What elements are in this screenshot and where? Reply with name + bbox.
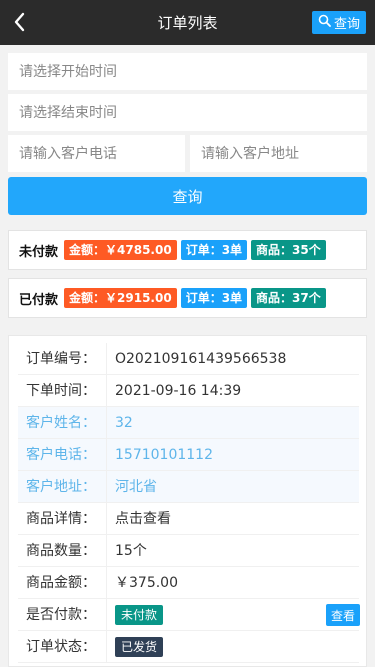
- chevron-left-icon[interactable]: [8, 9, 32, 35]
- row-divider: [106, 535, 107, 566]
- order-card[interactable]: 订单编号： O202109161439566538 下单时间： 2021-09-…: [8, 335, 367, 667]
- order-status-badge: 已发货: [115, 637, 164, 657]
- row-divider: [106, 503, 107, 534]
- customer-address-input[interactable]: [190, 135, 367, 172]
- customer-name-label: 客户姓名：: [26, 415, 96, 431]
- customer-address-label: 客户地址：: [26, 479, 96, 495]
- order-time-row: 下单时间： 2021-09-16 14:39: [18, 375, 359, 407]
- customer-phone-row: 客户电话： 15710101112: [18, 439, 359, 471]
- unpaid-amount-tag: 金额：￥4785.00: [64, 240, 177, 260]
- goods-amount-value: ￥375.00: [115, 575, 178, 591]
- row-divider: [106, 471, 107, 502]
- order-status-row: 订单状态： 已发货: [18, 631, 359, 663]
- order-status-label: 订单状态：: [26, 639, 96, 655]
- row-divider: [106, 599, 107, 630]
- goods-detail-row: 商品详情： 点击查看: [18, 503, 359, 535]
- customer-address-value: 河北省: [115, 479, 157, 495]
- row-divider: [106, 567, 107, 598]
- goods-detail-link[interactable]: 点击查看: [115, 510, 171, 528]
- customer-name-row: 客户姓名： 32: [18, 407, 359, 439]
- paid-status-row: 是否付款： 未付款 查看: [18, 599, 360, 631]
- paid-status-label: 是否付款：: [26, 607, 96, 623]
- goods-amount-row: 商品金额： ￥375.00: [18, 567, 359, 599]
- row-divider: [106, 439, 107, 470]
- goods-qty-label: 商品数量：: [26, 543, 96, 559]
- customer-phone-label: 客户电话：: [26, 447, 96, 463]
- top-nav-bar: 订单列表 查询: [0, 0, 375, 45]
- search-icon: [318, 14, 331, 31]
- order-time-value: 2021-09-16 14:39: [115, 383, 242, 399]
- header-query-label: 查询: [333, 17, 360, 32]
- end-time-input[interactable]: [8, 94, 367, 131]
- order-time-label: 下单时间：: [26, 383, 96, 399]
- customer-address-row: 客户地址： 河北省: [18, 471, 359, 503]
- row-divider: [106, 343, 107, 374]
- customer-name-value: 32: [115, 415, 133, 431]
- row-divider: [106, 375, 107, 406]
- row-divider: [106, 407, 107, 438]
- header-query-button[interactable]: 查询: [312, 11, 366, 34]
- unpaid-goods-tag: 商品：35个: [251, 240, 326, 260]
- goods-amount-label: 商品金额：: [26, 575, 96, 591]
- order-no-value: O202109161439566538: [115, 351, 287, 367]
- start-time-input[interactable]: [8, 53, 367, 90]
- goods-qty-row: 商品数量： 15个: [18, 535, 359, 567]
- paid-amount-tag: 金额：￥2915.00: [64, 288, 177, 308]
- unpaid-summary-label: 未付款: [19, 244, 59, 260]
- customer-phone-value: 15710101112: [115, 447, 213, 463]
- row-divider: [106, 631, 107, 662]
- paid-summary: 已付款 金额：￥2915.00 订单：3单 商品：37个: [8, 278, 367, 318]
- goods-qty-value: 15个: [115, 543, 147, 559]
- order-no-row: 订单编号： O202109161439566538: [18, 343, 359, 375]
- paid-status-badge: 未付款: [115, 605, 164, 625]
- paid-goods-tag: 商品：37个: [251, 288, 326, 308]
- paid-summary-label: 已付款: [19, 292, 59, 308]
- order-no-label: 订单编号：: [26, 351, 96, 367]
- unpaid-orders-tag: 订单：3单: [180, 240, 248, 260]
- view-button[interactable]: 查看: [326, 604, 360, 626]
- paid-orders-tag: 订单：3单: [180, 288, 248, 308]
- unpaid-summary: 未付款 金额：￥4785.00 订单：3单 商品：35个: [8, 230, 367, 270]
- query-button[interactable]: 查询: [8, 177, 367, 215]
- goods-detail-label: 商品详情：: [26, 511, 96, 527]
- customer-phone-input[interactable]: [8, 135, 185, 172]
